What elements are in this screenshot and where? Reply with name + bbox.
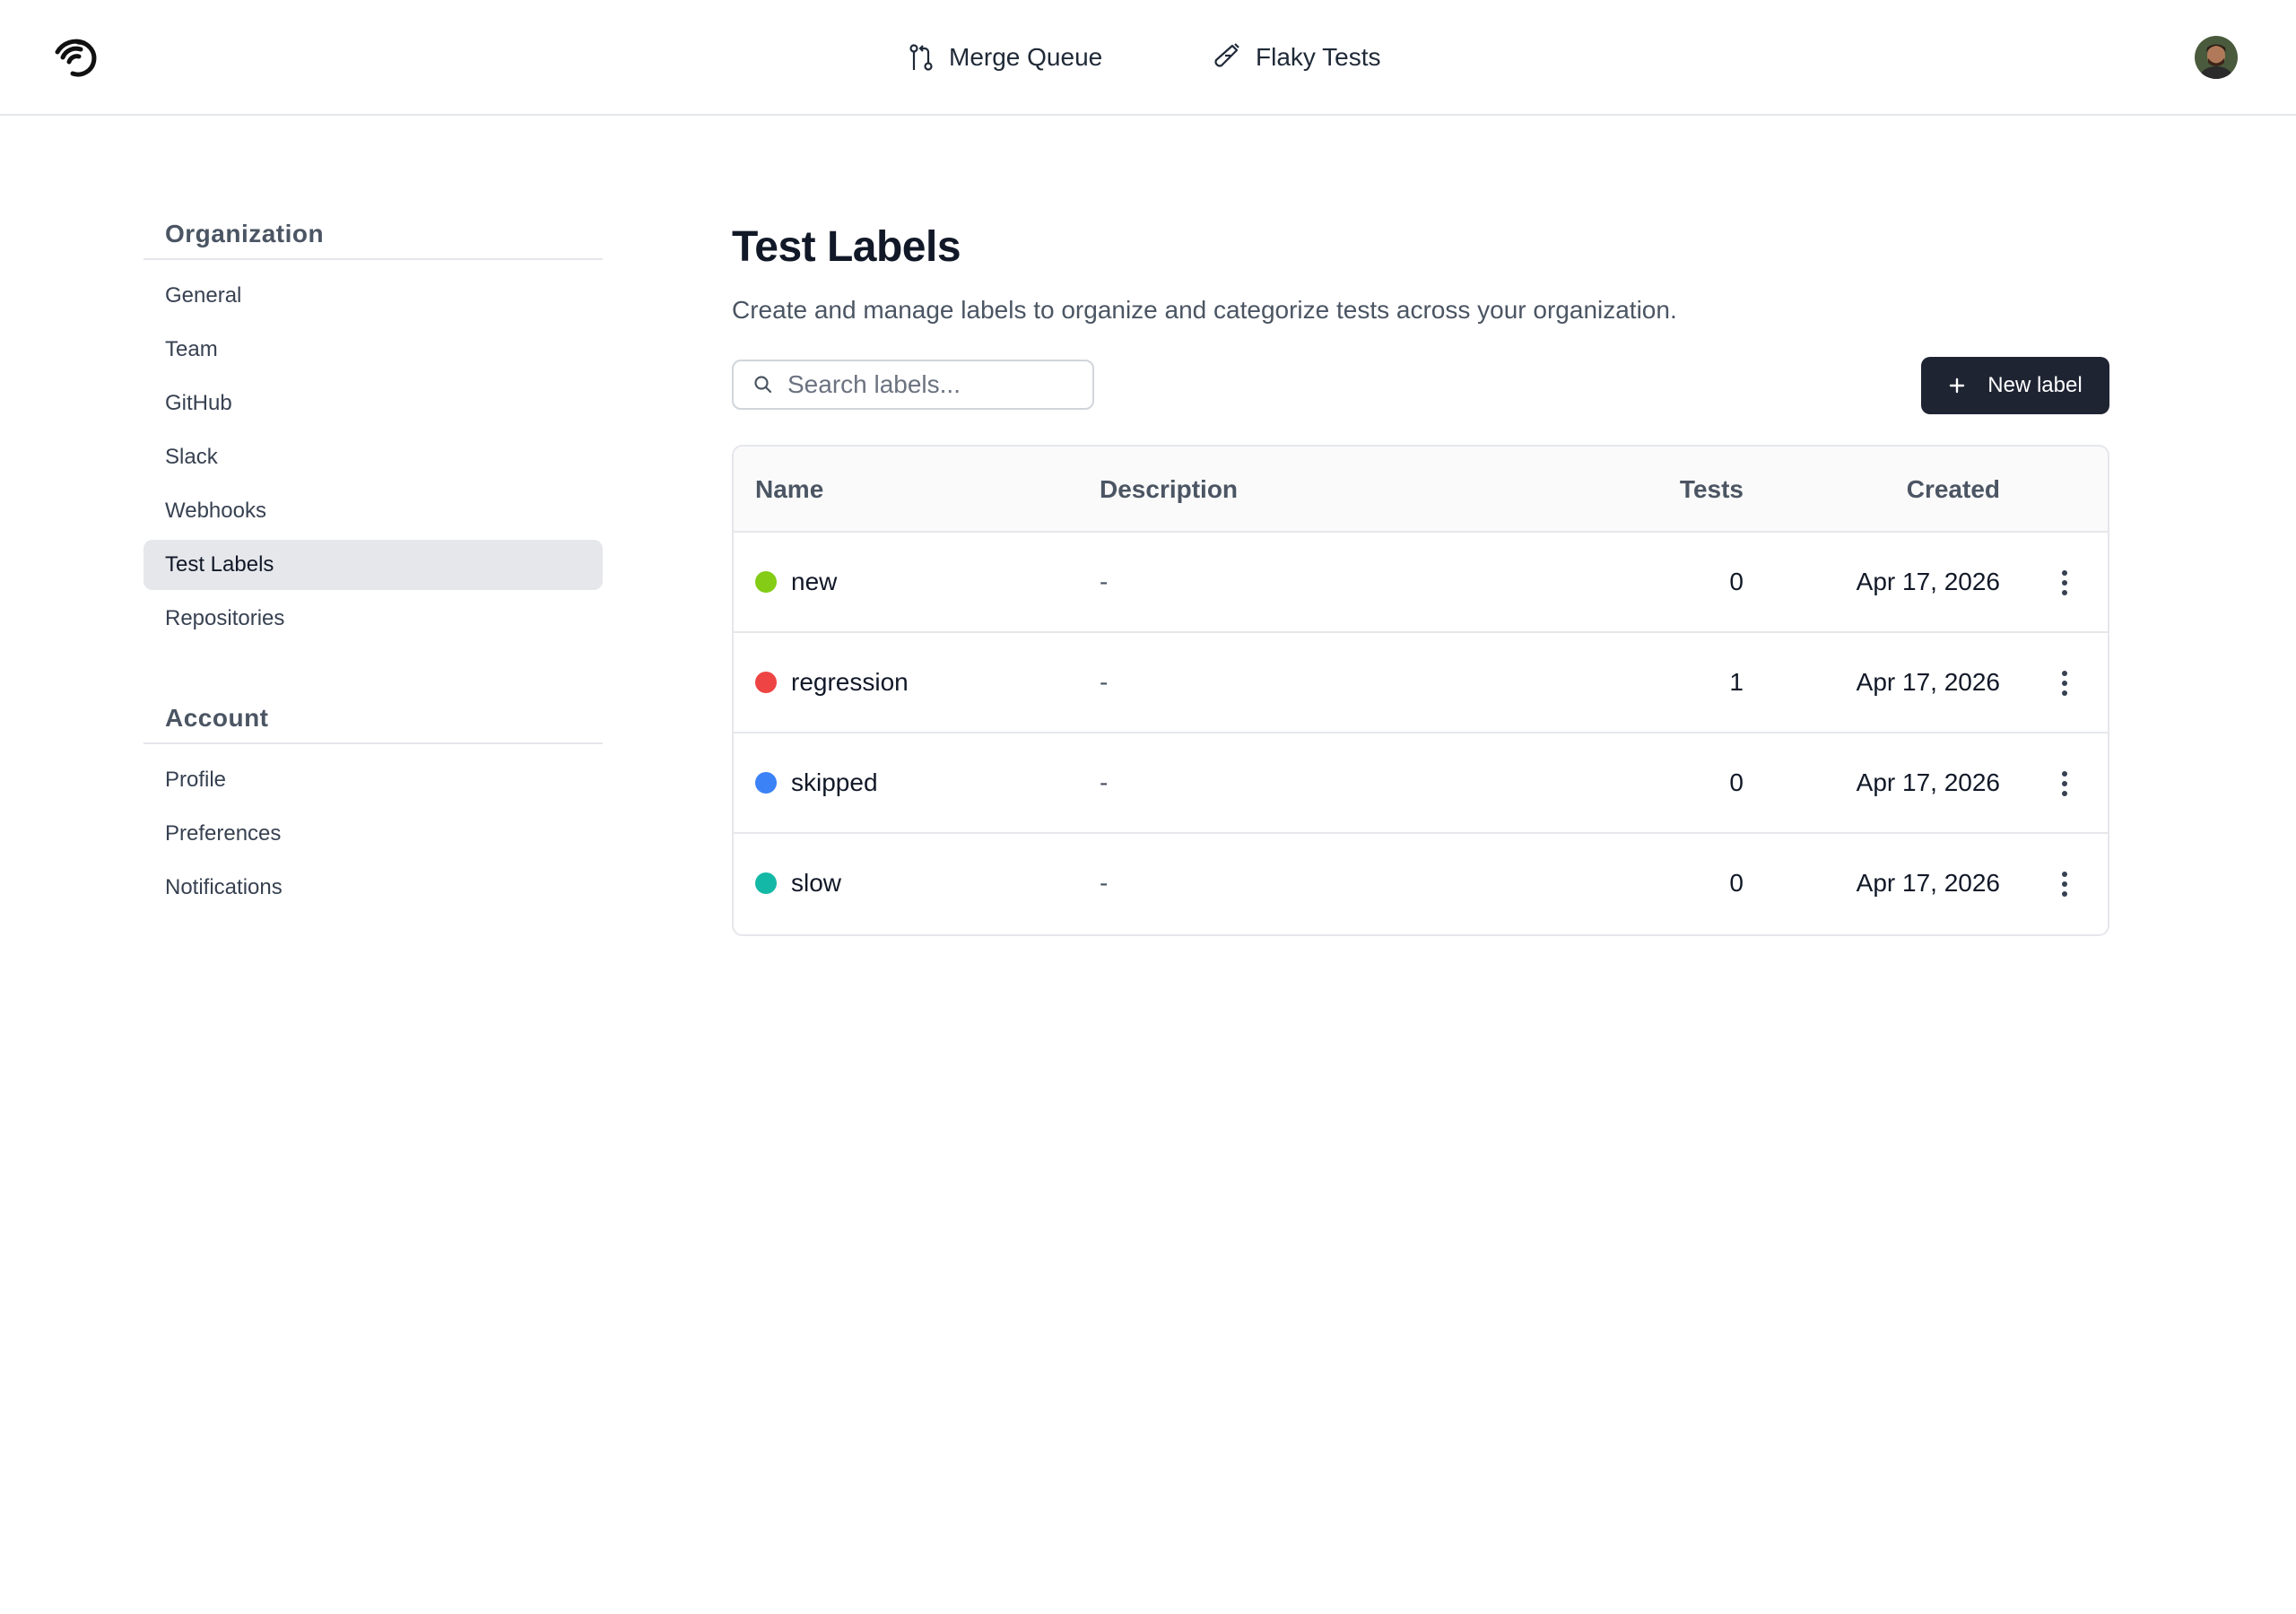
plus-icon (1950, 377, 1965, 394)
labels-table: Name Description Tests Created new - 0 A… (732, 445, 2109, 936)
sidebar-item-profile[interactable]: Profile (144, 755, 603, 805)
label-name-cell: skipped (755, 733, 878, 832)
test-tube-icon (1214, 43, 1239, 67)
avatar-image (2195, 36, 2238, 79)
search-box[interactable] (732, 360, 1094, 410)
label-description: - (1100, 869, 1109, 897)
account-menu: Profile Preferences Notifications (144, 755, 603, 913)
sidebar-item-notifications[interactable]: Notifications (144, 863, 603, 913)
page-title: Test Labels (732, 223, 961, 271)
account-heading: Account (144, 699, 603, 744)
row-actions-button[interactable] (2048, 567, 2081, 599)
primary-nav: Merge Queue Flaky Tests (0, 0, 2296, 116)
sidebar-item-test-labels[interactable]: Test Labels (144, 540, 603, 590)
page-description: Create and manage labels to organize and… (732, 296, 1677, 324)
table-row[interactable]: new - 0 Apr 17, 2026 (734, 533, 2108, 633)
table-row[interactable]: slow - 0 Apr 17, 2026 (734, 834, 2108, 934)
label-description: - (1100, 768, 1109, 796)
label-name: new (791, 568, 838, 595)
label-created-date: Apr 17, 2026 (1856, 668, 2000, 696)
label-name-cell: slow (755, 834, 841, 933)
nav-flaky-tests-label: Flaky Tests (1256, 43, 1381, 71)
top-navbar: Merge Queue Flaky Tests (0, 0, 2296, 116)
nav-flaky-tests[interactable]: Flaky Tests (1213, 39, 1381, 75)
label-created-date: Apr 17, 2026 (1856, 768, 2000, 796)
sidebar-item-team[interactable]: Team (144, 325, 603, 375)
label-name-cell: regression (755, 633, 909, 732)
label-name-cell: new (755, 533, 837, 631)
organization-heading: Organization (144, 215, 603, 260)
sidebar-item-general[interactable]: General (144, 271, 603, 321)
label-created-date: Apr 17, 2026 (1856, 869, 2000, 897)
column-header-name[interactable]: Name (755, 447, 823, 533)
main-content: Test Labels Create and manage labels to … (732, 222, 2109, 936)
table-header: Name Description Tests Created (734, 447, 2108, 533)
user-avatar[interactable] (2195, 36, 2238, 79)
label-description: - (1100, 568, 1109, 595)
table-row[interactable]: regression - 1 Apr 17, 2026 (734, 633, 2108, 733)
settings-sidebar: Organization General Team GitHub Slack W… (144, 215, 603, 916)
label-color-dot (755, 571, 777, 593)
sidebar-item-webhooks[interactable]: Webhooks (144, 486, 603, 536)
row-actions-button[interactable] (2048, 667, 2081, 699)
label-test-count: 0 (1729, 768, 1744, 796)
column-header-description[interactable]: Description (1100, 447, 1238, 533)
label-test-count: 0 (1729, 568, 1744, 595)
sidebar-item-github[interactable]: GitHub (144, 378, 603, 429)
new-label-button[interactable]: New label (1921, 357, 2109, 414)
more-vertical-icon (2062, 771, 2067, 796)
labels-toolbar: New label (732, 357, 2109, 414)
label-color-dot (755, 772, 777, 794)
column-header-tests[interactable]: Tests (1680, 447, 1744, 533)
nav-merge-queue[interactable]: Merge Queue (909, 39, 1102, 75)
nav-merge-queue-label: Merge Queue (949, 43, 1103, 71)
label-name: regression (791, 668, 909, 696)
column-header-created[interactable]: Created (1907, 447, 2000, 533)
label-created-date: Apr 17, 2026 (1856, 568, 2000, 595)
label-description: - (1100, 668, 1109, 696)
more-vertical-icon (2062, 671, 2067, 696)
sidebar-item-preferences[interactable]: Preferences (144, 809, 603, 859)
label-name: slow (791, 869, 842, 897)
more-vertical-icon (2062, 570, 2067, 595)
label-name: skipped (791, 768, 878, 796)
more-vertical-icon (2062, 872, 2067, 897)
organization-menu: General Team GitHub Slack Webhooks Test … (144, 271, 603, 644)
label-test-count: 1 (1729, 668, 1744, 696)
row-actions-button[interactable] (2048, 768, 2081, 800)
new-label-button-label: New label (1987, 373, 2083, 397)
search-input[interactable] (787, 370, 1074, 399)
table-row[interactable]: skipped - 0 Apr 17, 2026 (734, 733, 2108, 834)
sidebar-item-slack[interactable]: Slack (144, 432, 603, 482)
label-color-dot (755, 672, 777, 693)
row-actions-button[interactable] (2048, 868, 2081, 900)
label-test-count: 0 (1729, 869, 1744, 897)
search-icon (754, 376, 772, 394)
git-pull-request-icon (909, 44, 933, 71)
label-color-dot (755, 872, 777, 894)
sidebar-item-repositories[interactable]: Repositories (144, 594, 603, 644)
